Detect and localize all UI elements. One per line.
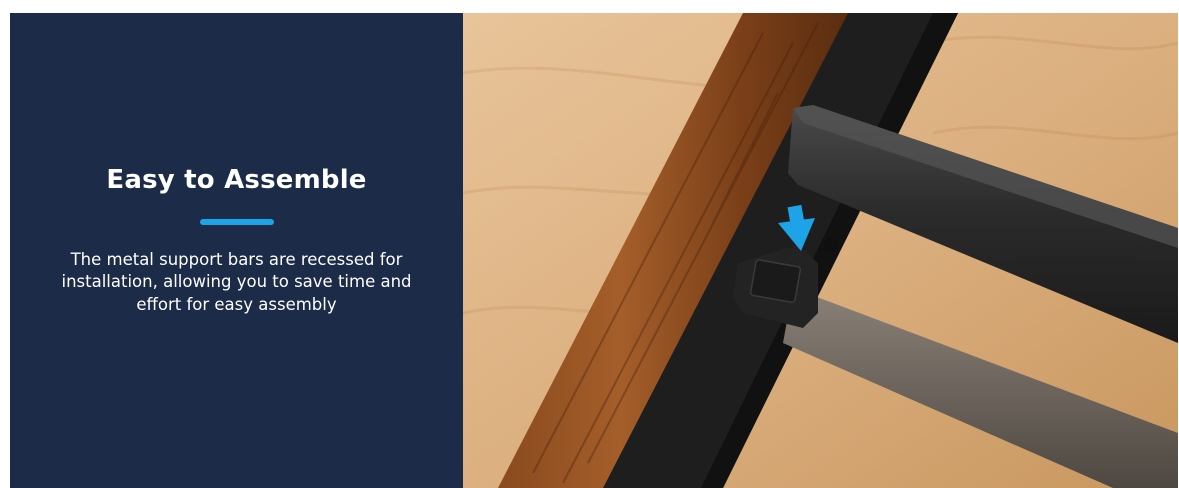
feature-banner: Easy to Assemble The metal support bars …: [10, 13, 1178, 488]
product-photo: [463, 13, 1178, 488]
feature-title: Easy to Assemble: [106, 164, 367, 195]
feature-text-panel: Easy to Assemble The metal support bars …: [10, 13, 463, 488]
feature-description: The metal support bars are recessed for …: [61, 249, 412, 314]
title-underline: [199, 218, 274, 225]
